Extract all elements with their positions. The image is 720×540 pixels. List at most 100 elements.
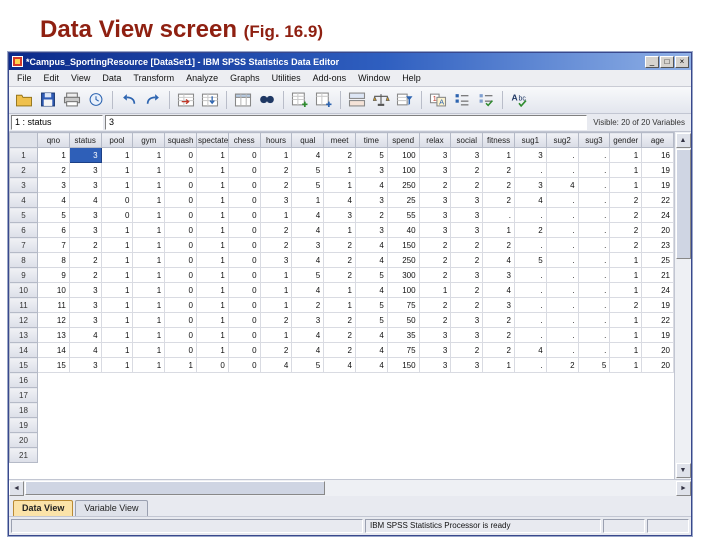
cell[interactable]: 1 xyxy=(100,312,134,328)
column-header-age[interactable]: age xyxy=(641,132,674,148)
cell[interactable]: 1 xyxy=(195,252,229,268)
vertical-scroll-thumb[interactable] xyxy=(675,149,691,259)
cell[interactable]: . xyxy=(513,312,547,328)
cell[interactable]: 3 xyxy=(291,312,325,328)
column-header-sug2[interactable]: sug2 xyxy=(545,132,579,148)
row-number[interactable]: 21 xyxy=(9,447,38,463)
cell[interactable]: . xyxy=(577,252,611,268)
cell[interactable]: 1 xyxy=(259,147,293,163)
column-header-social[interactable]: social xyxy=(450,132,484,148)
spell-check-button[interactable]: Abc xyxy=(508,90,530,111)
cell[interactable]: 25 xyxy=(641,252,674,268)
cell[interactable]: 1 xyxy=(259,282,293,298)
cell[interactable]: 4 xyxy=(291,207,325,223)
cell[interactable]: 2 xyxy=(450,282,484,298)
cell[interactable]: 3 xyxy=(450,207,484,223)
cell[interactable]: 0 xyxy=(164,252,197,268)
goto-case-button[interactable] xyxy=(175,90,197,111)
menu-item-window[interactable]: Window xyxy=(352,72,396,84)
row-number[interactable]: 2 xyxy=(9,162,38,178)
cell[interactable]: 3 xyxy=(482,267,515,283)
cell[interactable]: 3 xyxy=(450,192,484,208)
cell[interactable]: 0 xyxy=(227,177,261,193)
cell[interactable]: 1 xyxy=(609,312,643,328)
cell[interactable]: 1 xyxy=(259,207,293,223)
cell[interactable]: 2 xyxy=(68,267,102,283)
cell[interactable]: 0 xyxy=(227,162,261,178)
cell[interactable]: 2 xyxy=(545,357,579,373)
cell[interactable]: 3 xyxy=(68,282,102,298)
cell[interactable]: 5 xyxy=(291,177,325,193)
cell[interactable]: 1 xyxy=(259,297,293,313)
cell[interactable]: 4 xyxy=(545,177,579,193)
cell[interactable]: 150 xyxy=(386,237,420,253)
cell[interactable]: 8 xyxy=(37,252,70,268)
cell[interactable]: 2 xyxy=(482,237,515,253)
cell[interactable]: 3 xyxy=(513,177,547,193)
grid-corner-cell[interactable] xyxy=(9,132,38,148)
menu-item-transform[interactable]: Transform xyxy=(127,72,180,84)
cell[interactable]: 1 xyxy=(132,177,166,193)
cell[interactable]: 1 xyxy=(482,357,515,373)
cell[interactable]: 0 xyxy=(100,192,134,208)
cell[interactable]: 24 xyxy=(641,207,674,223)
cell[interactable]: 40 xyxy=(386,222,420,238)
cell[interactable]: 1 xyxy=(100,282,134,298)
cell[interactable]: 3 xyxy=(68,162,102,178)
cell[interactable]: . xyxy=(545,312,579,328)
row-number[interactable]: 13 xyxy=(9,327,38,343)
cell[interactable]: 2 xyxy=(609,297,643,313)
cell[interactable]: 3 xyxy=(418,222,452,238)
cell[interactable]: 4 xyxy=(354,357,388,373)
cell[interactable]: . xyxy=(577,222,611,238)
cell[interactable]: 3 xyxy=(37,177,70,193)
row-number[interactable]: 6 xyxy=(9,222,38,238)
cell[interactable]: 1 xyxy=(132,327,166,343)
cell[interactable]: 3 xyxy=(450,327,484,343)
cell[interactable]: 12 xyxy=(37,312,70,328)
cell[interactable]: . xyxy=(577,177,611,193)
cell[interactable]: 1 xyxy=(609,357,643,373)
cell[interactable]: 2 xyxy=(323,342,356,358)
cell[interactable]: 5 xyxy=(291,162,325,178)
cell[interactable]: 100 xyxy=(386,147,420,163)
cell[interactable]: 1 xyxy=(195,207,229,223)
cell[interactable]: 3 xyxy=(259,192,293,208)
cell[interactable]: 13 xyxy=(37,327,70,343)
horizontal-scrollbar[interactable]: ◄ ► xyxy=(9,480,691,496)
column-header-meet[interactable]: meet xyxy=(323,132,356,148)
weight-cases-button[interactable] xyxy=(370,90,392,111)
cell[interactable]: . xyxy=(513,357,547,373)
cell[interactable]: . xyxy=(513,282,547,298)
cell[interactable]: 20 xyxy=(641,342,674,358)
cell[interactable]: 2 xyxy=(68,252,102,268)
cell[interactable]: 2 xyxy=(513,222,547,238)
minimize-button[interactable]: _ xyxy=(645,55,659,68)
cell[interactable]: 2 xyxy=(418,237,452,253)
cell[interactable]: 0 xyxy=(227,297,261,313)
cell[interactable]: 0 xyxy=(164,162,197,178)
vertical-scrollbar[interactable]: ▲ ▼ xyxy=(674,132,691,479)
cell[interactable]: . xyxy=(482,207,515,223)
cell[interactable]: 1 xyxy=(323,282,356,298)
cell[interactable]: 0 xyxy=(227,222,261,238)
close-button[interactable]: × xyxy=(675,55,689,68)
cell[interactable]: 3 xyxy=(513,147,547,163)
cell[interactable]: 2 xyxy=(291,297,325,313)
menu-item-utilities[interactable]: Utilities xyxy=(266,72,307,84)
cell[interactable]: . xyxy=(545,282,579,298)
cell[interactable]: 1 xyxy=(100,297,134,313)
cell[interactable]: 1 xyxy=(323,162,356,178)
cell[interactable]: 22 xyxy=(641,192,674,208)
cell[interactable]: 1 xyxy=(100,357,134,373)
cell[interactable]: 2 xyxy=(450,237,484,253)
cell[interactable]: 1 xyxy=(132,237,166,253)
row-number[interactable]: 4 xyxy=(9,192,38,208)
goto-variable-button[interactable] xyxy=(199,90,221,111)
cell[interactable]: 19 xyxy=(641,327,674,343)
cell[interactable]: 3 xyxy=(450,312,484,328)
column-header-qual[interactable]: qual xyxy=(291,132,325,148)
cell[interactable]: . xyxy=(513,267,547,283)
cell[interactable]: . xyxy=(577,162,611,178)
cell-value-editor[interactable]: 3 xyxy=(105,115,588,130)
